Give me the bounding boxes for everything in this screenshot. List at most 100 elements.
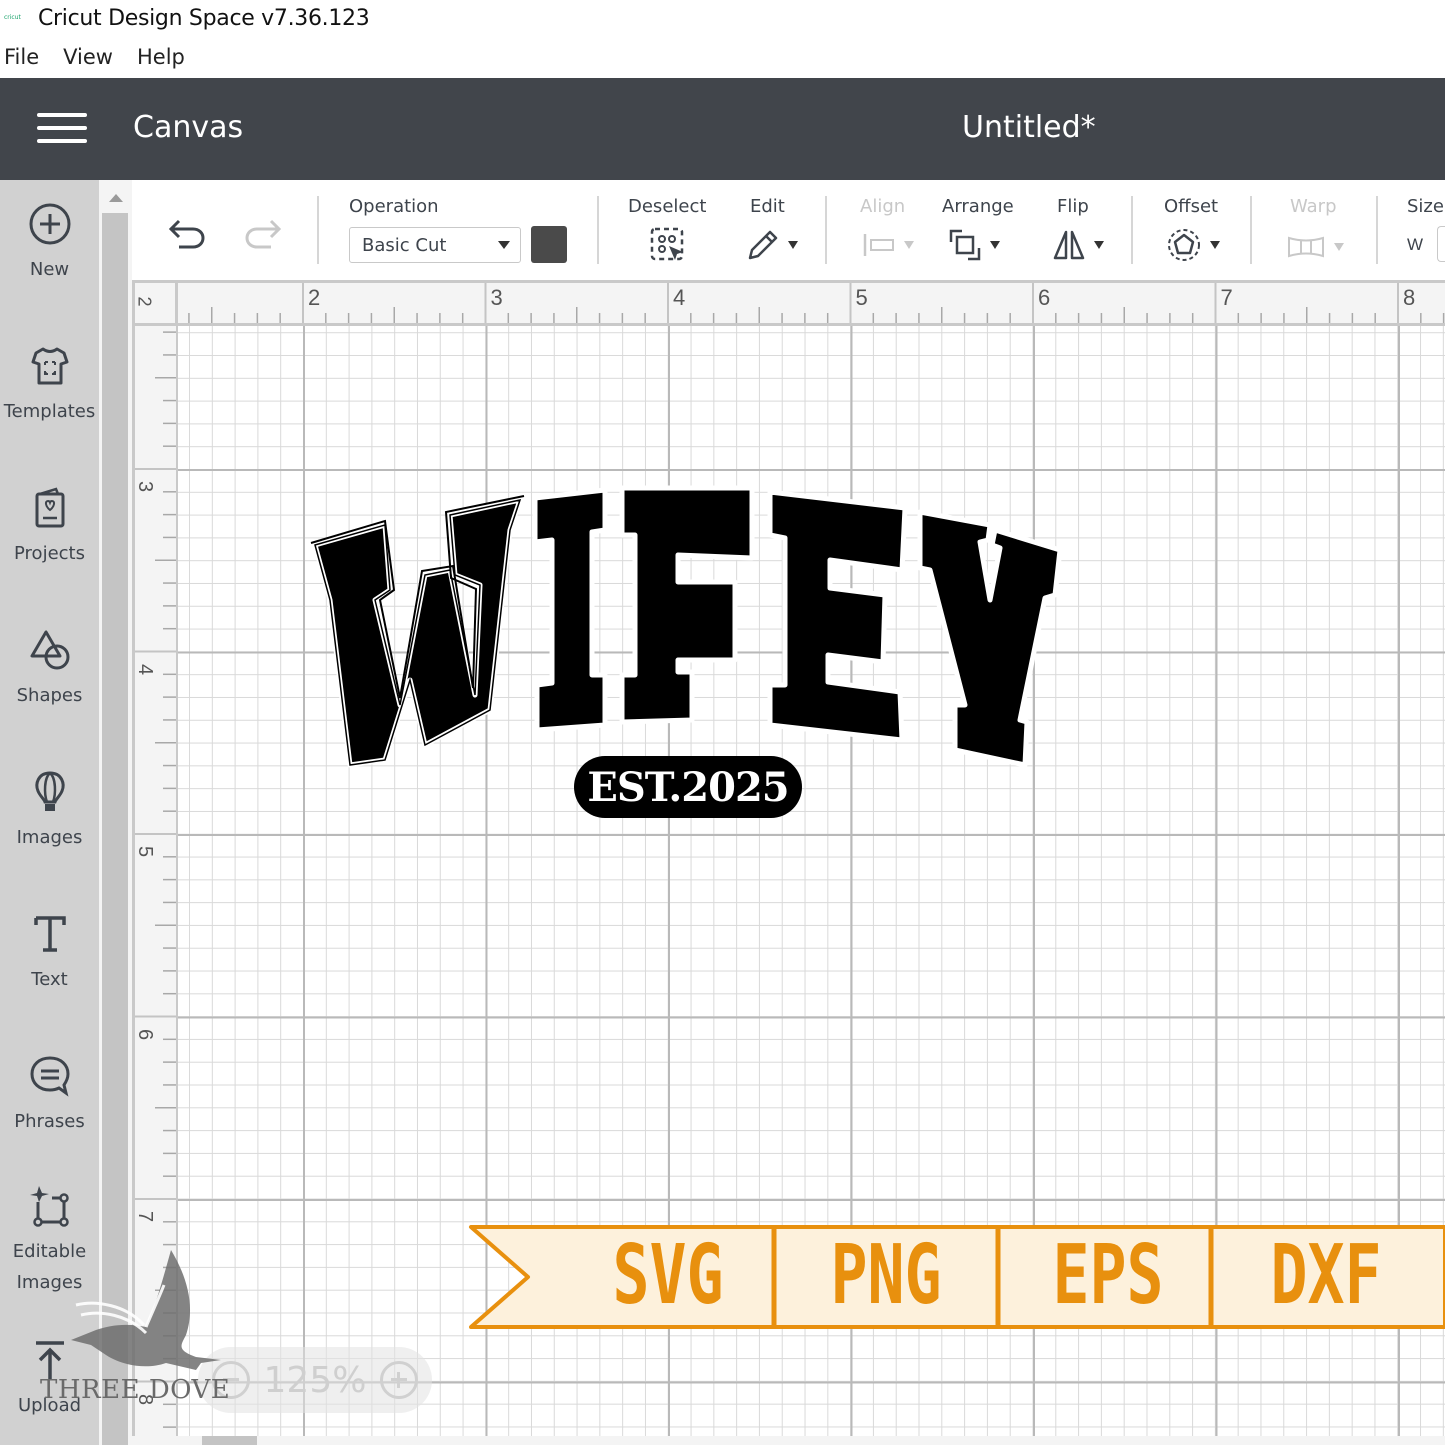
chevron-down-icon — [498, 241, 510, 249]
sidebar-item-projects[interactable]: Projects — [0, 486, 99, 570]
operation-label: Operation — [349, 196, 439, 217]
hamburger-icon[interactable] — [37, 113, 87, 143]
ruler-label: 2 — [308, 285, 321, 310]
ruler-label: 7 — [134, 1210, 157, 1223]
cricut-logo-icon: cricut — [4, 14, 21, 21]
sidebar-item-templates[interactable]: Templates — [0, 344, 99, 428]
vertical-scrollbar[interactable] — [99, 180, 132, 1445]
letter-e — [767, 489, 908, 743]
sidebar-item-new[interactable]: New — [0, 202, 99, 286]
format-dxf: DXF — [1270, 1228, 1382, 1323]
document-title[interactable]: Untitled* — [962, 110, 1096, 145]
flip-button[interactable] — [1048, 226, 1108, 264]
app-header: Canvas Untitled* — [0, 78, 1445, 180]
ruler-label: 6 — [1038, 285, 1051, 310]
text-icon — [28, 912, 72, 956]
undo-icon[interactable] — [166, 216, 208, 252]
sidebar-label: Text — [31, 969, 68, 990]
chevron-down-icon — [990, 241, 1000, 249]
toolbar-divider — [1250, 196, 1252, 264]
color-swatch[interactable] — [531, 226, 567, 263]
scroll-up-arrow-icon[interactable] — [109, 194, 123, 202]
sidebar-label: Phrases — [14, 1111, 85, 1132]
speech-bubble-icon — [28, 1054, 72, 1098]
chevron-down-icon — [1210, 241, 1220, 249]
chevron-down-icon — [788, 241, 798, 249]
align-button[interactable] — [860, 228, 916, 262]
sidebar-label: Projects — [14, 543, 85, 564]
section-title: Canvas — [133, 110, 244, 145]
align-label: Align — [860, 196, 906, 217]
operation-select[interactable]: Basic Cut — [349, 227, 521, 263]
format-svg: SVG — [612, 1228, 724, 1323]
align-icon — [863, 234, 894, 256]
menu-view[interactable]: View — [63, 45, 113, 69]
ruler-label: 5 — [134, 845, 157, 858]
chevron-down-icon — [1094, 241, 1104, 249]
warp-icon — [1288, 236, 1324, 258]
chevron-down-icon — [1334, 243, 1344, 251]
ruler-label: 3 — [490, 285, 503, 310]
toolbar-divider — [1131, 196, 1133, 264]
letter-w — [312, 497, 523, 768]
menu-file[interactable]: File — [4, 45, 39, 69]
redo-icon[interactable] — [242, 216, 284, 252]
letter-y — [917, 509, 1063, 768]
offset-button[interactable] — [1162, 226, 1224, 264]
left-sidebar: New Templates Projects Shapes Images Tex… — [0, 180, 99, 1445]
flip-label: Flip — [1057, 196, 1089, 217]
format-banner: SVG PNG EPS DXF — [468, 1222, 1445, 1332]
card-heart-icon — [28, 486, 72, 530]
sidebar-item-shapes[interactable]: Shapes — [0, 628, 99, 712]
scrollbar-thumb[interactable] — [202, 1436, 257, 1445]
zoom-level: 125% — [263, 1359, 367, 1401]
sidebar-label: Editable Images — [13, 1236, 86, 1298]
sidebar-item-editable-images[interactable]: Editable Images — [0, 1184, 99, 1298]
sidebar-item-phrases[interactable]: Phrases — [0, 1054, 99, 1138]
warp-button[interactable] — [1284, 228, 1346, 266]
deselect-icon[interactable] — [648, 226, 688, 264]
vertical-ruler: 345678 — [132, 280, 178, 1445]
menu-bar: File View Help — [0, 38, 205, 76]
shapes-icon — [28, 628, 72, 672]
vertical-ruler-ticks — [135, 331, 176, 1428]
horizontal-ruler-ticks — [188, 283, 1445, 323]
size-width-input[interactable] — [1437, 226, 1445, 262]
letter-f — [619, 485, 755, 725]
ruler-label: 7 — [1220, 285, 1233, 310]
offset-label: Offset — [1164, 196, 1219, 217]
editable-image-icon — [28, 1184, 72, 1228]
format-png: PNG — [830, 1228, 942, 1323]
menu-help[interactable]: Help — [137, 45, 185, 69]
toolbar-divider — [317, 196, 319, 264]
sidebar-item-text[interactable]: Text — [0, 912, 99, 996]
size-label: Size — [1407, 196, 1444, 217]
arrange-button[interactable] — [944, 226, 1004, 264]
window-title: Cricut Design Space v7.36.123 — [38, 5, 370, 31]
horizontal-ruler: 2 3 4 5 6 7 8 — [132, 280, 1445, 326]
ruler-corner: 2 — [132, 280, 178, 326]
deselect-label: Deselect — [628, 196, 707, 217]
operation-value: Basic Cut — [362, 234, 447, 256]
balloon-icon — [28, 770, 72, 814]
ruler-label: 4 — [673, 285, 686, 310]
ruler-label: 3 — [134, 480, 157, 493]
edit-label: Edit — [750, 196, 785, 217]
arrange-icon — [949, 229, 981, 261]
warp-label: Warp — [1290, 196, 1337, 217]
pencil-icon — [748, 230, 778, 260]
toolbar-divider — [825, 196, 827, 264]
edit-button[interactable] — [742, 226, 802, 264]
tshirt-icon — [28, 344, 72, 388]
scrollbar-thumb[interactable] — [102, 213, 128, 1445]
size-width-label: W — [1407, 235, 1424, 254]
zoom-in-button[interactable] — [379, 1361, 418, 1399]
horizontal-scrollbar[interactable] — [132, 1436, 1445, 1445]
wifey-design[interactable]: WIFEY EST.2025 — [300, 470, 1080, 830]
edit-toolbar: Operation Basic Cut Deselect Edit Align … — [132, 180, 1445, 280]
sidebar-label-line1: Editable — [12, 1241, 87, 1262]
sidebar-item-images[interactable]: Images — [0, 770, 99, 854]
sidebar-label-line2: Images — [16, 1272, 83, 1293]
letter-i — [532, 487, 608, 733]
sidebar-label: Templates — [3, 401, 96, 422]
